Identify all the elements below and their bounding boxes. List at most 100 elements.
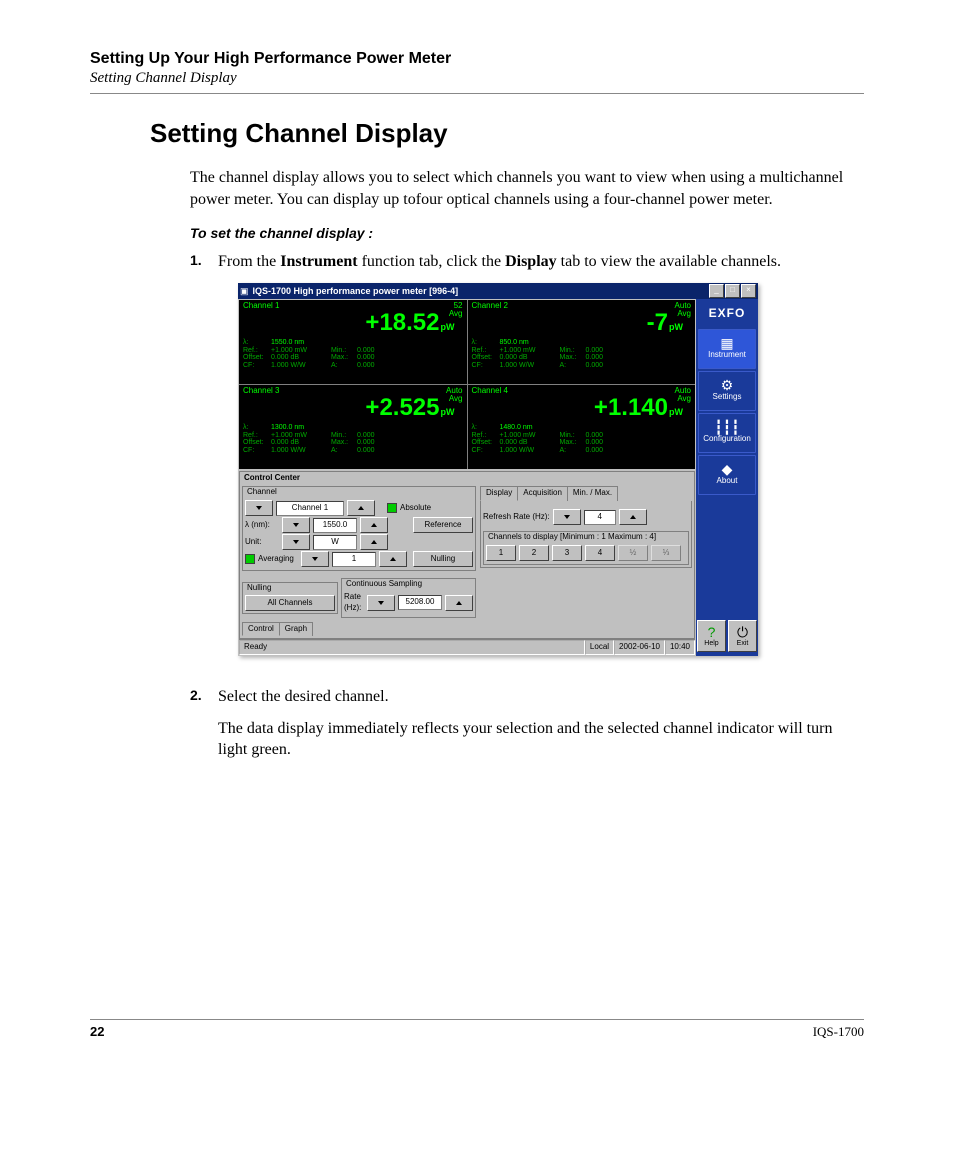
sidebar-icon: ◆: [722, 462, 733, 476]
all-channels-button[interactable]: All Channels: [245, 595, 335, 611]
window-titlebar[interactable]: ▣ IQS-1700 High performance power meter …: [238, 283, 758, 299]
channel-params: λ:1480.0 nmRef.:+1.000 mWMin.:0.000Offse…: [472, 424, 692, 455]
channel-2: Channel 2AutoAvg-7pWλ:850.0 nmRef.:+1.00…: [468, 300, 696, 384]
arrow-up-icon: [371, 540, 377, 544]
channel-down-button[interactable]: [245, 500, 273, 516]
arrow-up-icon: [456, 601, 462, 605]
averaging-indicator: [245, 554, 255, 564]
unit-field[interactable]: W: [313, 535, 357, 550]
arrow-down-icon: [293, 540, 299, 544]
channel-value: +1.140pW: [472, 395, 684, 421]
channel-display-button-½[interactable]: ½: [618, 545, 648, 561]
tab-minmax[interactable]: Min. / Max.: [567, 486, 618, 501]
channel-display-button-3[interactable]: 3: [552, 545, 582, 561]
step-number: 1.: [190, 251, 218, 674]
tab-graph[interactable]: Graph: [279, 622, 313, 637]
sidebar-instrument[interactable]: ▦Instrument: [698, 329, 756, 369]
sidebar-icon: ⚙: [721, 378, 734, 392]
step-2-line2: The data display immediately reflects yo…: [218, 718, 864, 761]
step-1-text: From the Instrument function tab, click …: [218, 251, 864, 273]
tab-control[interactable]: Control: [242, 622, 280, 637]
header-rule: [90, 93, 864, 94]
sidebar-about[interactable]: ◆About: [698, 455, 756, 495]
sidebar-configuration[interactable]: ┇┇┇Configuration: [698, 413, 756, 453]
unit-label: Unit:: [245, 537, 279, 548]
channel-up-button[interactable]: [347, 500, 375, 516]
arrow-up-icon: [390, 557, 396, 561]
running-header: Setting Up Your High Performance Power M…: [90, 50, 864, 94]
channel-display-button-2[interactable]: 2: [519, 545, 549, 561]
channels-to-display-title: Channels to display [Minimum : 1 Maximum…: [488, 532, 686, 543]
lambda-down-button[interactable]: [282, 517, 310, 533]
reference-button[interactable]: Reference: [413, 517, 473, 533]
lambda-field[interactable]: 1550.0: [313, 518, 357, 533]
channel-params: λ:1550.0 nmRef.:+1.000 mWMin.:0.000Offse…: [243, 339, 463, 370]
status-time: 10:40: [665, 640, 695, 655]
refresh-up-button[interactable]: [619, 509, 647, 525]
channel-value: +18.52pW: [243, 310, 455, 336]
minimize-button[interactable]: _: [709, 284, 724, 298]
avg-up-button[interactable]: [379, 551, 407, 567]
channel-panel: Channel Channel 1 Absolute: [242, 486, 476, 571]
channel-4: Channel 4AutoAvg+1.140pWλ:1480.0 nmRef.:…: [468, 385, 696, 469]
app-icon: ▣: [240, 285, 249, 297]
status-bar: Ready Local 2002-06-10 10:40: [239, 639, 695, 655]
page-title: Setting Channel Display: [150, 118, 864, 149]
absolute-indicator: [387, 503, 397, 513]
channel-select[interactable]: Channel 1: [276, 501, 344, 516]
rate-label: Rate (Hz):: [344, 592, 364, 614]
lambda-label: λ (nm):: [245, 520, 279, 531]
channels-to-display-panel: Channels to display [Minimum : 1 Maximum…: [483, 531, 689, 565]
control-center-title: Control Center: [240, 472, 694, 485]
arrow-down-icon: [564, 515, 570, 519]
channel-mode: AutoAvg: [675, 302, 691, 320]
channel-value: +2.525pW: [243, 395, 455, 421]
channel-3: Channel 3AutoAvg+2.525pWλ:1300.0 nmRef.:…: [239, 385, 467, 469]
rate-up-button[interactable]: [445, 595, 473, 611]
intro-text: The channel display allows you to select…: [190, 167, 864, 210]
lambda-up-button[interactable]: [360, 517, 388, 533]
step-1: 1. From the Instrument function tab, cli…: [190, 251, 864, 674]
arrow-up-icon: [371, 523, 377, 527]
header-title: Setting Up Your High Performance Power M…: [90, 50, 864, 68]
refresh-label: Refresh Rate (Hz):: [483, 512, 550, 523]
rate-field[interactable]: 5208.00: [398, 595, 442, 610]
channel-panel-title: Channel: [247, 487, 473, 498]
refresh-down-button[interactable]: [553, 509, 581, 525]
averaging-label: Averaging: [258, 554, 298, 565]
channel-value: -7pW: [472, 310, 684, 336]
tab-display[interactable]: Display: [480, 486, 518, 501]
footer: 22 IQS-1700: [90, 1024, 864, 1040]
channel-display-button-1[interactable]: 1: [486, 545, 516, 561]
footer-model: IQS-1700: [813, 1024, 864, 1040]
arrow-up-icon: [358, 506, 364, 510]
step-2: 2. Select the desired channel. The data …: [190, 686, 864, 771]
sampling-title: Continuous Sampling: [346, 579, 473, 590]
sidebar-settings[interactable]: ⚙Settings: [698, 371, 756, 411]
channel-mode: AutoAvg: [675, 387, 691, 405]
unit-down-button[interactable]: [282, 534, 310, 550]
right-tabs: Display Acquisition Min. / Max.: [480, 486, 692, 501]
channel-display-button-4[interactable]: 4: [585, 545, 615, 561]
channel-mode: AutoAvg: [446, 387, 462, 405]
nulling-button[interactable]: Nulling: [413, 551, 473, 567]
exit-button[interactable]: ⏻Exit: [728, 620, 757, 652]
header-sub: Setting Channel Display: [90, 70, 864, 87]
arrow-down-icon: [312, 557, 318, 561]
avg-down-button[interactable]: [301, 551, 329, 567]
avg-field[interactable]: 1: [332, 552, 376, 567]
close-button[interactable]: ×: [741, 284, 756, 298]
unit-up-button[interactable]: [360, 534, 388, 550]
maximize-button[interactable]: □: [725, 284, 740, 298]
status-local: Local: [585, 640, 614, 655]
instruction-heading: To set the channel display :: [190, 224, 864, 243]
channel-grid: Channel 152Avg+18.52pWλ:1550.0 nmRef.:+1…: [239, 300, 695, 469]
tab-acquisition[interactable]: Acquisition: [517, 486, 568, 501]
channel-mode: 52Avg: [449, 302, 463, 320]
help-button[interactable]: ?Help: [697, 620, 726, 652]
channel-display-button-⅓[interactable]: ⅓: [651, 545, 681, 561]
channel-1: Channel 152Avg+18.52pWλ:1550.0 nmRef.:+1…: [239, 300, 467, 384]
rate-down-button[interactable]: [367, 595, 395, 611]
refresh-field[interactable]: 4: [584, 510, 616, 525]
step-number: 2.: [190, 686, 218, 771]
